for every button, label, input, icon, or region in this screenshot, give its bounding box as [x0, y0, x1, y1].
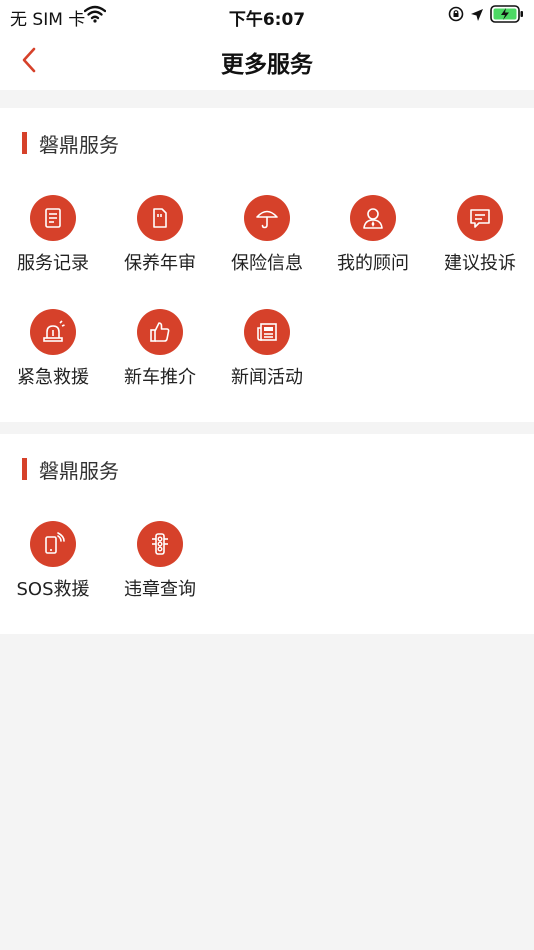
section-accent-bar	[22, 132, 27, 154]
service-item-emergency[interactable]: 紧急救援	[0, 309, 106, 399]
section-title: 磐鼎服务	[39, 132, 119, 157]
message-icon	[457, 195, 503, 241]
advisor-icon	[350, 195, 396, 241]
service-item-label: 新闻活动	[231, 367, 303, 388]
service-item-label: 紧急救援	[17, 367, 89, 388]
siren-icon	[30, 309, 76, 355]
document-icon	[30, 195, 76, 241]
section-accent-bar	[22, 458, 27, 480]
traffic-light-icon	[137, 521, 183, 567]
service-item-label: 保养年审	[124, 253, 196, 274]
orientation-lock-icon	[448, 6, 464, 26]
status-right	[448, 5, 524, 27]
navigation-bar: 更多服务	[0, 30, 534, 90]
service-item-label: 服务记录	[17, 253, 89, 274]
service-item-label: 我的顾问	[337, 253, 409, 274]
section-title: 磐鼎服务	[39, 458, 119, 483]
page-title: 更多服务	[221, 52, 313, 78]
service-item-feedback[interactable]: 建议投诉	[427, 195, 533, 285]
service-item-label: 建议投诉	[444, 253, 516, 274]
file-icon	[137, 195, 183, 241]
service-item-maintenance[interactable]: 保养年审	[107, 195, 213, 285]
service-item-sos[interactable]: SOS救援	[0, 521, 106, 611]
thumbs-up-icon	[137, 309, 183, 355]
service-item-label: 新车推介	[124, 367, 196, 388]
section-header: 磐鼎服务	[22, 132, 119, 157]
service-item-records[interactable]: 服务记录	[0, 195, 106, 285]
status-bar: 无 SIM 卡 下午6:07	[0, 0, 534, 30]
service-item-advisor[interactable]: 我的顾问	[320, 195, 426, 285]
service-item-insurance[interactable]: 保险信息	[214, 195, 320, 285]
service-item-news[interactable]: 新闻活动	[214, 309, 320, 399]
service-item-label: 保险信息	[231, 253, 303, 274]
location-icon	[470, 7, 484, 26]
services-section-2: 磐鼎服务 SOS救援 违章查询	[0, 434, 534, 634]
newspaper-icon	[244, 309, 290, 355]
service-item-new-car[interactable]: 新车推介	[107, 309, 213, 399]
phone-signal-icon	[30, 521, 76, 567]
section-header: 磐鼎服务	[22, 458, 119, 483]
service-item-label: 违章查询	[124, 579, 196, 600]
services-section-1: 磐鼎服务 服务记录 保养年审 保险信息 我的顾问 建议投诉 紧急救援 新车推介 …	[0, 108, 534, 422]
battery-icon	[490, 5, 524, 27]
service-item-label: SOS救援	[16, 579, 90, 600]
umbrella-icon	[244, 195, 290, 241]
service-item-violation[interactable]: 违章查询	[107, 521, 213, 611]
